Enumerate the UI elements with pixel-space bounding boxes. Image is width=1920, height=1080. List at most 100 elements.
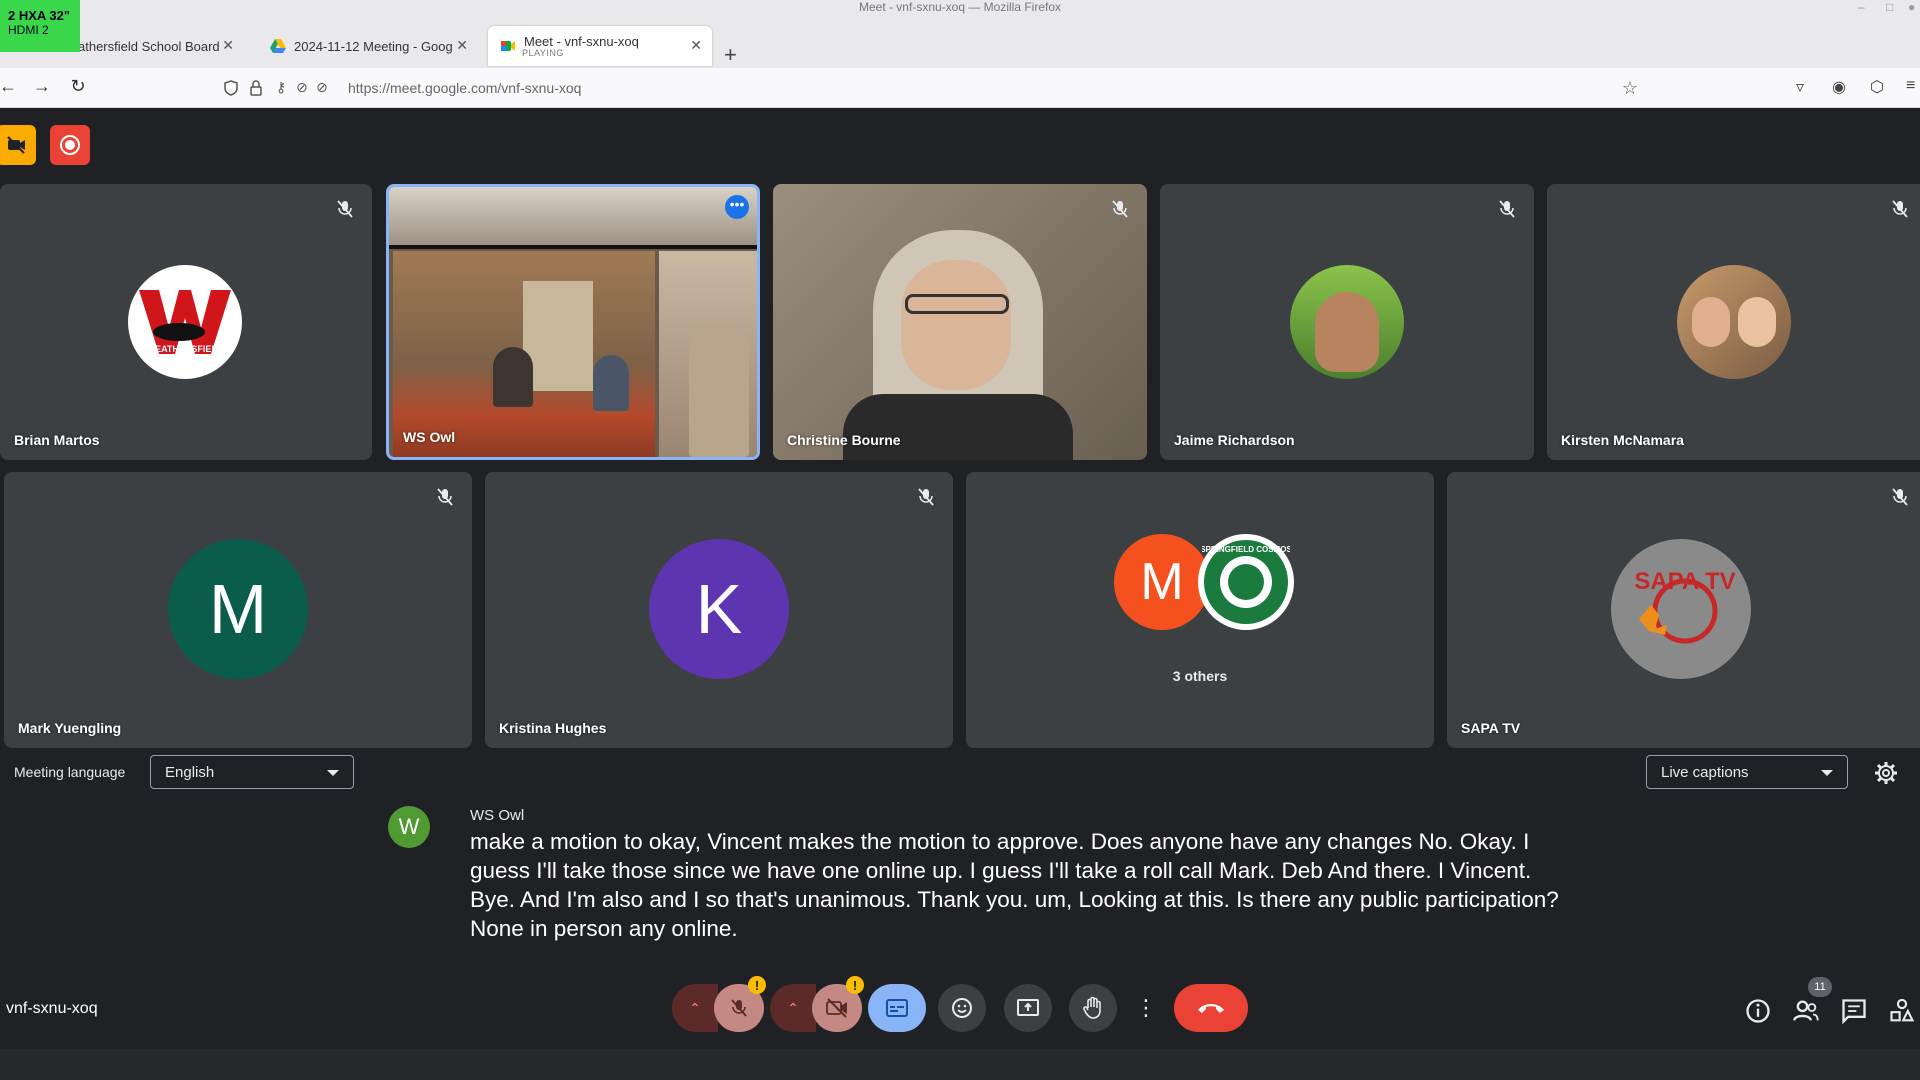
camera-control: ⌃ ! [770, 976, 864, 1032]
meet-content: WEATHERSFIELD Brian Martos ••• WS Owl Ch… [0, 109, 1920, 1080]
chevron-down-icon [327, 770, 339, 776]
lock-icon[interactable] [250, 80, 262, 96]
chat-icon[interactable] [1840, 997, 1868, 1025]
meeting-code: vnf-sxnu-xoq [6, 1000, 98, 1017]
leave-call-button[interactable] [1174, 984, 1248, 1032]
new-tab-button[interactable]: + [724, 42, 737, 68]
display-label: 2 HXA 32" [8, 8, 71, 23]
hang-up-icon [1198, 1004, 1224, 1013]
more-options-icon[interactable]: ••• [725, 195, 749, 219]
springfield-cosmos-emblem: SPRINGFIELD COSMOS [1202, 540, 1290, 624]
others-count: 3 others [1172, 668, 1228, 684]
participant-tile-jaime[interactable]: Jaime Richardson [1160, 184, 1534, 460]
window-title: Meet - vnf-sxnu-xoq — Mozilla Firefox [858, 0, 1062, 14]
activities-icon[interactable] [1888, 997, 1916, 1025]
maximize-icon[interactable]: □ [1886, 0, 1893, 14]
mic-off-icon [1892, 488, 1908, 506]
room-view-right [659, 251, 757, 457]
present-screen-button[interactable] [1004, 984, 1052, 1032]
chevron-down-icon [1821, 770, 1833, 776]
avatar-face [1692, 297, 1730, 347]
captions-button[interactable] [868, 984, 926, 1032]
caption-settings-gear-icon[interactable] [1874, 761, 1898, 785]
captions-mode-select[interactable]: Live captions [1646, 755, 1848, 789]
permissions-icon[interactable]: ⚷ [276, 79, 286, 96]
meeting-details-info-icon[interactable] [1744, 997, 1772, 1025]
reload-icon[interactable]: ↻ [66, 76, 90, 97]
microphone-control: ⌃ ! [672, 976, 766, 1032]
address-bar[interactable]: ⚷ ⊘ ⊘ https://meet.google.com/vnf-sxnu-x… [214, 72, 1654, 104]
camera-warning-icon: ! [846, 976, 864, 994]
recording-indicator[interactable] [50, 125, 90, 165]
caption-speaker-name: WS Owl [470, 807, 525, 824]
sapa-tv-emblem: SAPA TV [1634, 568, 1736, 644]
display-input-overlay: 2 HXA 32" HDMI 2 [0, 0, 80, 52]
room-view-left [393, 251, 655, 457]
springfield-cosmos-logo: SPRINGFIELD COSMOS [1198, 534, 1294, 630]
mic-off-icon [1112, 200, 1128, 218]
tab-playing-status: PLAYING [522, 48, 564, 58]
mic-blocked-icon[interactable]: ⊘ [296, 79, 308, 96]
minimize-icon[interactable]: – [1858, 0, 1865, 14]
tab-meeting-doc[interactable]: 2024-11-12 Meeting - Goog ✕ [258, 26, 478, 66]
navigation-toolbar: ← → ↻ ⚷ ⊘ ⊘ https://meet.google.com/vnf-… [0, 68, 1920, 108]
mic-warning-icon: ! [748, 976, 766, 994]
present-icon [1017, 999, 1039, 1016]
menu-icon[interactable]: ≡ [1906, 77, 1915, 95]
avatar-initial: M [1140, 553, 1184, 611]
back-icon[interactable]: ← [0, 76, 20, 97]
url-text: https://meet.google.com/vnf-sxnu-xoq [348, 80, 582, 96]
reactions-button[interactable] [938, 984, 986, 1032]
forward-icon[interactable]: → [30, 76, 54, 97]
hidden-self-view-button[interactable] [0, 125, 36, 165]
participant-count-badge: 11 [1808, 977, 1832, 997]
participant-name: WS Owl [403, 429, 456, 445]
close-window-icon[interactable]: ● [1908, 0, 1915, 14]
participant-name: Mark Yuengling [18, 720, 122, 736]
participant-name: Christine Bourne [787, 432, 901, 448]
person-face [901, 260, 1011, 390]
hand-icon [1083, 996, 1101, 1019]
person-figure [689, 321, 749, 457]
participant-tile-kirsten[interactable]: Kirsten McNamara [1547, 184, 1920, 460]
raise-hand-button[interactable] [1069, 984, 1117, 1032]
close-tab-icon[interactable]: ✕ [222, 37, 234, 54]
meeting-language-value: English [165, 764, 215, 781]
tab-label: 2024-11-12 Meeting - Goog [294, 38, 453, 54]
more-options-icon[interactable]: ⋮ [1134, 984, 1158, 1032]
participant-tile-others[interactable]: M SPRINGFIELD COSMOS 3 others [966, 472, 1434, 748]
close-tab-icon[interactable]: ✕ [690, 37, 702, 54]
tab-school-board[interactable]: athersfield School Board ✕ [66, 26, 244, 66]
video-settings-chevron-icon[interactable]: ⌃ [770, 984, 816, 1032]
close-tab-icon[interactable]: ✕ [456, 37, 468, 54]
bookmark-star-icon[interactable]: ☆ [1622, 78, 1638, 99]
meeting-language-select[interactable]: English [150, 755, 354, 789]
camera-blocked-icon[interactable]: ⊘ [316, 79, 328, 96]
participant-tile-brian[interactable]: WEATHERSFIELD Brian Martos [0, 184, 372, 460]
participant-tile-christine[interactable]: Christine Bourne [773, 184, 1147, 460]
account-icon[interactable]: ◉ [1832, 77, 1846, 97]
audio-settings-chevron-icon[interactable]: ⌃ [672, 984, 718, 1032]
participant-name: Kirsten McNamara [1561, 432, 1684, 448]
meeting-language-label: Meeting language [14, 764, 126, 780]
shield-icon[interactable] [224, 80, 238, 96]
video-off-icon [826, 998, 847, 1018]
person-figure [493, 347, 533, 407]
input-label: HDMI 2 [8, 23, 49, 37]
people-icon[interactable] [1792, 997, 1820, 1025]
caption-text: make a motion to okay, Vincent makes the… [470, 829, 1559, 941]
tab-meet[interactable]: Meet - vnf-sxnu-xoq PLAYING ✕ [488, 26, 712, 66]
avatar: K [649, 539, 789, 679]
participant-name: Jaime Richardson [1174, 432, 1295, 448]
person-glasses [905, 294, 1009, 314]
avatar-initial: K [695, 570, 743, 648]
pocket-icon[interactable]: ▿ [1796, 77, 1804, 97]
window-titlebar: Meet - vnf-sxnu-xoq — Mozilla Firefox – … [0, 0, 1920, 16]
participant-tile-ws-owl[interactable]: ••• WS Owl [386, 184, 760, 460]
weathersfield-logo: WEATHERSFIELD [128, 265, 242, 379]
caption-speaker-avatar: W [388, 806, 430, 848]
participant-tile-kristina[interactable]: K Kristina Hughes [485, 472, 953, 748]
participant-tile-mark[interactable]: M Mark Yuengling [4, 472, 472, 748]
participant-tile-sapa-tv[interactable]: SAPA TV SAPA TV [1447, 472, 1920, 748]
extensions-icon[interactable]: ⬡ [1870, 77, 1884, 97]
